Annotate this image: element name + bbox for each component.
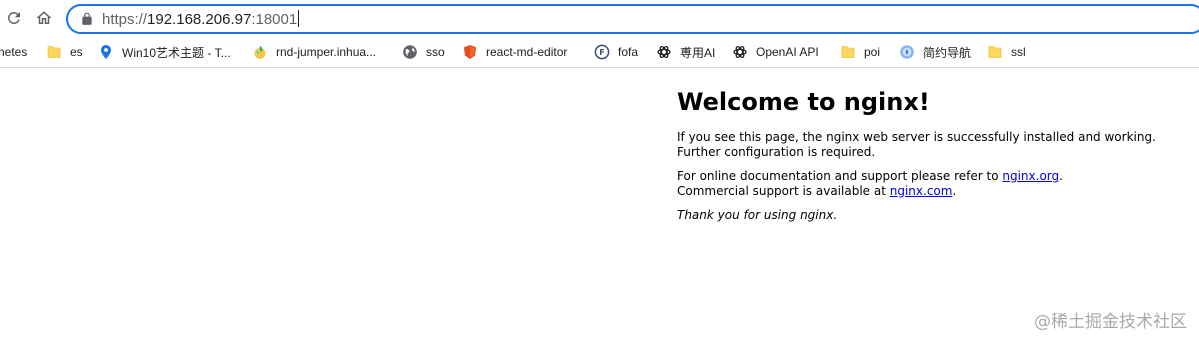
commercial-text: Commercial support is available at [677,183,890,198]
bookmark-label: es [70,45,83,59]
bookmark-simple-nav[interactable]: 简约导航 [899,42,971,62]
address-bar[interactable]: https://192.168.206.97:18001 [66,4,1199,34]
bookmark-es[interactable]: es [46,42,83,62]
thanks-text: Thank you for using nginx. [677,208,838,222]
folder-icon [840,44,856,60]
bookmark-win10[interactable]: Win10艺术主题 - T... [98,42,231,62]
watermark: @稀土掘金技术社区 [1034,312,1187,332]
bookmark-netes[interactable]: netes [0,42,27,62]
lock-icon[interactable] [80,12,94,26]
bookmark-rnd-jumper[interactable]: rnd-jumper.inhua... [252,42,376,62]
openai-icon [732,44,748,60]
bookmark-label: fofa [618,45,639,59]
bookmark-label: rnd-jumper.inhua... [276,45,377,59]
bookmark-label: react-md-editor [486,45,568,59]
compass-icon [899,44,915,60]
bookmark-label: netes [0,45,28,59]
leaf-icon [252,44,268,60]
folder-icon [987,44,1003,60]
browser-toolbar: https://192.168.206.97:18001 [0,0,1199,36]
bookmark-label: poi [864,45,881,59]
reload-button[interactable] [1,5,27,31]
url-host: 192.168.206.97 [147,11,252,28]
docs-suffix: . [1059,169,1063,183]
page-title: Welcome to nginx! [677,88,930,116]
intro-paragraph: If you see this page, the nginx web serv… [677,130,1156,159]
url-scheme: https:// [102,11,148,28]
home-button[interactable] [31,5,57,31]
nginx-org-link[interactable]: nginx.org [1002,169,1059,183]
bookmark-ai[interactable]: 尃用AI [656,42,715,62]
bookmark-openai-api[interactable]: OpenAI API [732,42,819,62]
home-icon [36,11,52,24]
bookmark-label: Win10艺术主题 - T... [122,45,231,60]
text-caret [298,10,300,27]
commercial-suffix: . [952,183,957,198]
openai-icon [656,44,672,60]
nginx-com-link[interactable]: nginx.com [890,184,953,198]
bookmark-ssl[interactable]: ssl [987,42,1026,62]
bookmark-sso[interactable]: sso [402,42,445,62]
bookmark-label: ssl [1011,45,1026,59]
shield-icon [462,44,478,60]
bookmark-label: OpenAI API [756,45,819,59]
docs-text: For online documentation and support ple… [677,169,1003,183]
folder-icon [46,44,62,60]
url-port: :18001 [251,11,298,28]
svg-text:F: F [599,48,604,57]
map-pin-icon [98,44,114,60]
bookmark-poi[interactable]: poi [840,42,880,62]
fofa-icon: F [594,44,610,60]
docs-paragraph: For online documentation and support ple… [677,169,1157,198]
bookmark-fofa[interactable]: F fofa [594,42,638,62]
bookmark-label: 尃用AI [680,45,716,60]
bookmark-label: sso [426,45,445,59]
reload-icon [8,12,20,24]
url-text[interactable]: https://192.168.206.97:18001 [102,10,300,29]
nginx-welcome-page: Welcome to nginx! If you see this page, … [677,86,1157,233]
bookmark-label: 简约导航 [923,45,972,60]
bookmarks-bar: netes es Win10艺术主题 - T... rnd-jumper.inh… [0,36,1199,68]
globe-icon [402,44,418,60]
thanks-paragraph: Thank you for using nginx. [677,208,1157,223]
bookmark-react-md-editor[interactable]: react-md-editor [462,42,567,62]
